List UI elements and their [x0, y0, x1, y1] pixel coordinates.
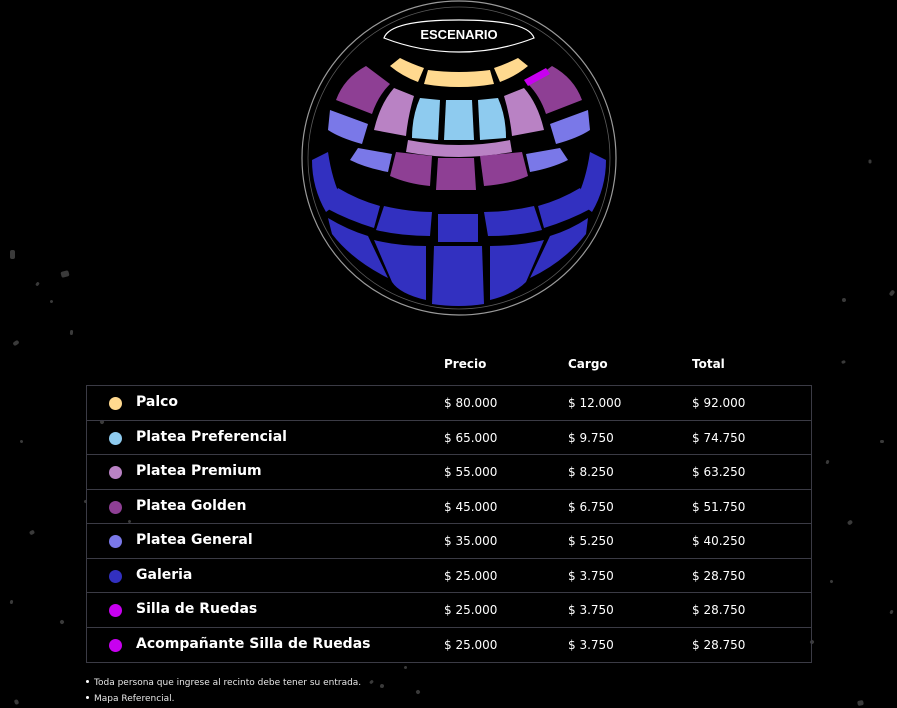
zone-color-dot — [109, 535, 122, 548]
precio-cell: $ 35.000 — [444, 534, 498, 548]
page: ESCENARIO Precio Cargo Total Palco $ 80.… — [0, 0, 897, 708]
speck — [60, 270, 70, 278]
total-cell: $ 92.000 — [692, 396, 746, 410]
precio-cell: $ 25.000 — [444, 637, 498, 652]
section-preferencial-2[interactable] — [444, 100, 474, 140]
zone-name: Acompañante Silla de Ruedas — [136, 635, 371, 652]
speck — [879, 439, 885, 444]
footnote-text: Toda persona que ingrese al recinto debe… — [94, 678, 362, 688]
zone-color-dot — [109, 431, 122, 445]
zone-color-dot — [109, 638, 122, 652]
speck — [857, 699, 864, 707]
footnote-text: Mapa Referencial. — [94, 694, 175, 704]
cargo-cell: $ 3.750 — [568, 603, 614, 617]
precio-cell: $ 25.000 — [444, 568, 498, 583]
precio-cell: $ 25.000 — [444, 603, 498, 617]
speck — [10, 250, 15, 259]
zone-name: Platea Preferencial — [136, 428, 287, 445]
speck — [369, 679, 374, 685]
speck — [889, 609, 894, 615]
price-row: Platea General $ 35.000 $ 5.250 $ 40.250 — [87, 524, 811, 559]
speck — [59, 619, 65, 625]
total-cell: $ 28.750 — [692, 568, 746, 583]
total-cell: $ 40.250 — [692, 534, 746, 548]
speck — [829, 579, 834, 584]
bullet-icon — [86, 696, 89, 699]
precio-cell: $ 55.000 — [444, 465, 498, 479]
price-table: Palco $ 80.000 $ 12.000 $ 92.000 Platea … — [86, 385, 812, 663]
speck — [28, 529, 36, 536]
column-header-cargo: Cargo — [568, 357, 608, 371]
zone-name: Silla de Ruedas — [136, 601, 258, 617]
seat-map: ESCENARIO — [301, 0, 617, 316]
speck — [841, 297, 847, 303]
zone-color-dot — [109, 397, 122, 410]
total-cell: $ 51.750 — [692, 499, 746, 514]
cargo-cell: $ 5.250 — [568, 534, 614, 548]
section-golden-lower-2[interactable] — [436, 158, 476, 190]
total-cell: $ 63.250 — [692, 465, 746, 479]
section-galeria-3[interactable] — [438, 214, 478, 242]
speck — [846, 519, 854, 526]
speck — [69, 329, 74, 336]
precio-cell: $ 45.000 — [444, 499, 498, 514]
speck — [12, 339, 20, 347]
speck — [841, 359, 846, 365]
precio-cell: $ 65.000 — [444, 430, 498, 445]
footnote: Mapa Referencial. — [86, 694, 175, 704]
speck — [868, 159, 872, 164]
price-row: Palco $ 80.000 $ 12.000 $ 92.000 — [87, 386, 811, 421]
price-row: Acompañante Silla de Ruedas $ 25.000 $ 3… — [87, 628, 811, 663]
zone-name: Galeria — [136, 566, 193, 583]
total-cell: $ 28.750 — [692, 637, 746, 652]
speck — [888, 289, 896, 297]
cargo-cell: $ 6.750 — [568, 499, 614, 514]
cargo-cell: $ 8.250 — [568, 465, 614, 479]
footnote: Toda persona que ingrese al recinto debe… — [86, 678, 361, 688]
speck — [19, 439, 24, 444]
cargo-cell: $ 9.750 — [568, 430, 614, 445]
zone-name: Platea Premium — [136, 463, 262, 479]
column-header-precio: Precio — [444, 357, 487, 371]
total-cell: $ 28.750 — [692, 603, 746, 617]
speck — [49, 299, 54, 304]
price-row: Platea Preferencial $ 65.000 $ 9.750 $ 7… — [87, 421, 811, 455]
cargo-cell: $ 3.750 — [568, 568, 614, 583]
zone-name: Platea General — [136, 532, 253, 548]
price-row: Platea Golden $ 45.000 $ 6.750 $ 51.750 — [87, 490, 811, 524]
column-header-total: Total — [692, 357, 725, 371]
speck — [415, 689, 421, 695]
section-galeria-8[interactable] — [432, 246, 484, 306]
speck — [403, 665, 408, 670]
price-row: Silla de Ruedas $ 25.000 $ 3.750 $ 28.75… — [87, 593, 811, 628]
price-row: Galeria $ 25.000 $ 3.750 $ 28.750 — [87, 559, 811, 593]
bullet-icon — [86, 680, 89, 683]
speck — [13, 698, 20, 706]
speck — [9, 599, 14, 605]
zone-name: Palco — [136, 394, 179, 410]
stage-label: ESCENARIO — [420, 27, 497, 42]
zone-name: Platea Golden — [136, 497, 247, 514]
speck — [825, 459, 830, 465]
speck — [379, 683, 385, 689]
zone-color-dot — [109, 500, 122, 514]
precio-cell: $ 80.000 — [444, 396, 498, 410]
speck — [35, 281, 40, 287]
zone-color-dot — [109, 604, 122, 617]
cargo-cell: $ 3.750 — [568, 637, 614, 652]
cargo-cell: $ 12.000 — [568, 396, 622, 410]
price-row: Platea Premium $ 55.000 $ 8.250 $ 63.250 — [87, 455, 811, 490]
section-palco-center[interactable] — [424, 70, 494, 87]
zone-color-dot — [109, 466, 122, 479]
total-cell: $ 74.750 — [692, 430, 746, 445]
zone-color-dot — [109, 569, 122, 583]
